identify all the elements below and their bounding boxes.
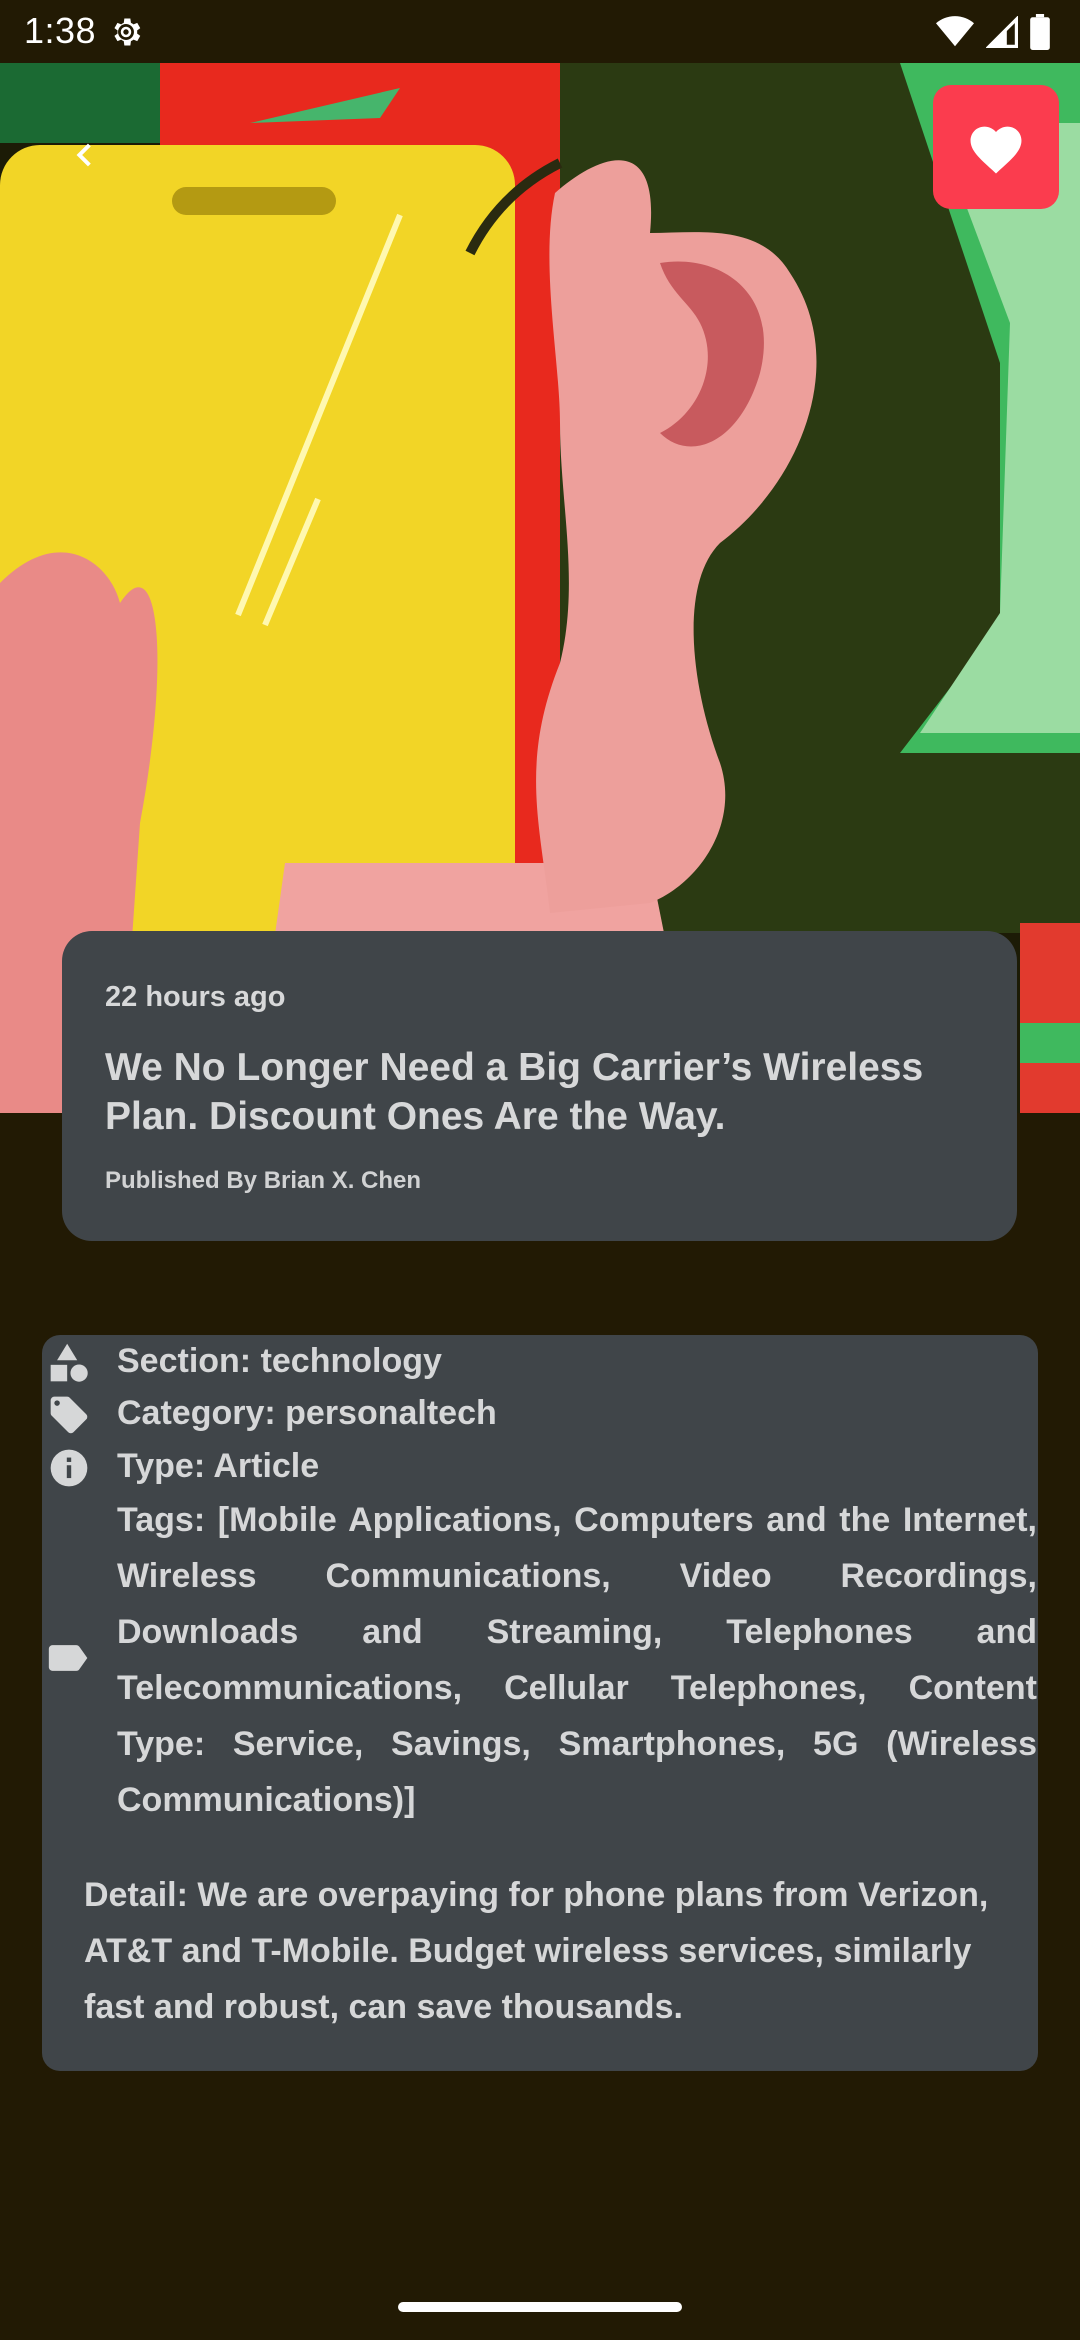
gear-icon: [114, 18, 141, 46]
shapes-icon: [46, 1340, 92, 1386]
type-text: Type: Article: [117, 1447, 320, 1485]
status-icons: [936, 14, 1050, 50]
tags-text: Tags: [Mobile Applications, Computers an…: [117, 1501, 1037, 1819]
status-time: 1:38: [24, 10, 97, 51]
detail-text: Detail: We are overpaying for phone plan…: [84, 1876, 989, 2026]
signal-icon: [986, 16, 1018, 48]
battery-icon: [1030, 14, 1050, 50]
details-card: Section: technology Category: personalte…: [42, 1335, 1038, 2071]
home-indicator[interactable]: [398, 2302, 682, 2312]
chevron-left-icon: [76, 143, 91, 167]
section-text: Section: technology: [117, 1342, 442, 1380]
article-byline: Published By Brian X. Chen: [105, 1167, 422, 1194]
tag-icon: [46, 1392, 92, 1438]
category-text: Category: personaltech: [117, 1394, 497, 1432]
published-time: 22 hours ago: [105, 981, 286, 1013]
info-icon: [46, 1445, 92, 1491]
label-icon: [46, 1635, 92, 1681]
favorite-button[interactable]: [933, 85, 1059, 209]
article-card: 22 hours ago We No Longer Need a Big Car…: [62, 931, 1017, 1241]
heart-icon: [970, 126, 1022, 174]
back-button[interactable]: [50, 120, 120, 190]
article-title: We No Longer Need a Big Carrier’s Wirele…: [105, 1046, 924, 1138]
wifi-icon: [936, 16, 974, 47]
status-bar: 1:38: [0, 0, 1080, 63]
